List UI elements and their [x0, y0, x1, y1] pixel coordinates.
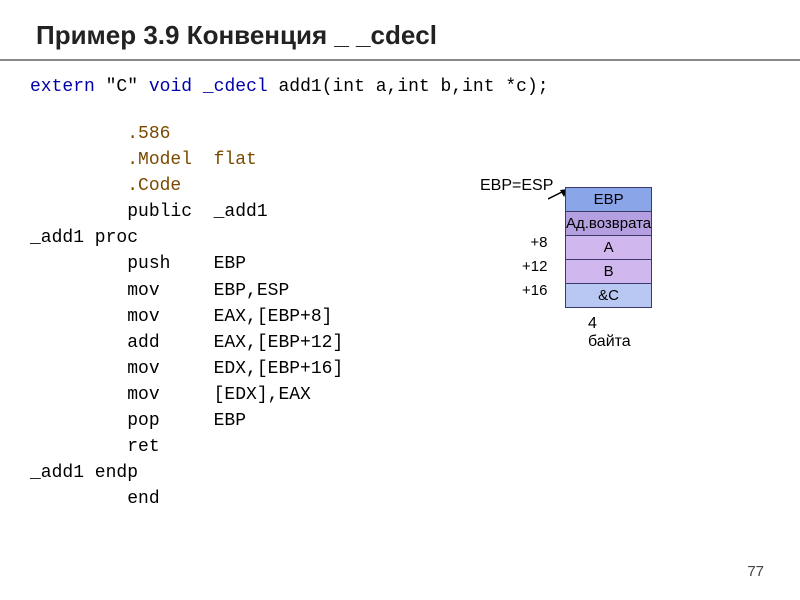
stack-caption: 4 байта: [588, 315, 631, 351]
asm-l6: push EBP: [30, 254, 246, 274]
kw-cdecl: _cdecl: [203, 77, 268, 97]
asm-l1: .586: [30, 124, 170, 144]
asm-l10: mov EDX,[EBP+16]: [30, 359, 343, 379]
title-bar: Пример 3.9 Конвенция _ _cdecl: [0, 0, 800, 61]
declaration-line: extern "C" void _cdecl add1(int a,int b,…: [30, 77, 780, 97]
decl-quote: "C": [106, 77, 138, 97]
asm-l2: .Model flat: [30, 150, 257, 170]
page-title: Пример 3.9 Конвенция _ _cdecl: [36, 20, 800, 51]
asm-listing: .586 .Model flat .Code public _add1 _add…: [30, 121, 343, 512]
asm-l13: ret: [30, 437, 160, 457]
page-number: 77: [747, 563, 764, 580]
asm-l3: .Code: [30, 176, 181, 196]
stack-offsets: +8 +12 +16: [522, 231, 547, 303]
asm-l7: mov EBP,ESP: [30, 281, 289, 301]
stack-cell-c: &C: [566, 284, 652, 308]
asm-l11: mov [EDX],EAX: [30, 385, 311, 405]
asm-l4: public _add1: [30, 202, 268, 222]
kw-void: void: [149, 77, 192, 97]
ebp-esp-label: EBP=ESP: [480, 177, 553, 195]
decl-fn: add1(int a,int b,int *c);: [279, 77, 549, 97]
content-area: extern "C" void _cdecl add1(int a,int b,…: [0, 77, 800, 512]
offset-8: +8: [522, 231, 547, 255]
stack-cell-ebp: EBP: [566, 188, 652, 212]
code-area: .586 .Model flat .Code public _add1 _add…: [30, 121, 780, 512]
asm-l5: _add1 proc: [30, 228, 138, 248]
asm-l15: end: [30, 489, 160, 509]
stack-table: EBP Ад.возврата A B &C: [565, 187, 652, 308]
stack-cell-b: B: [566, 260, 652, 284]
asm-l8: mov EAX,[EBP+8]: [30, 307, 332, 327]
offset-16: +16: [522, 279, 547, 303]
asm-l14: _add1 endp: [30, 463, 138, 483]
asm-l9: add EAX,[EBP+12]: [30, 333, 343, 353]
stack-cell-a: A: [566, 236, 652, 260]
asm-l12: pop EBP: [30, 411, 246, 431]
offset-12: +12: [522, 255, 547, 279]
stack-cell-return: Ад.возврата: [566, 212, 652, 236]
kw-extern: extern: [30, 77, 95, 97]
